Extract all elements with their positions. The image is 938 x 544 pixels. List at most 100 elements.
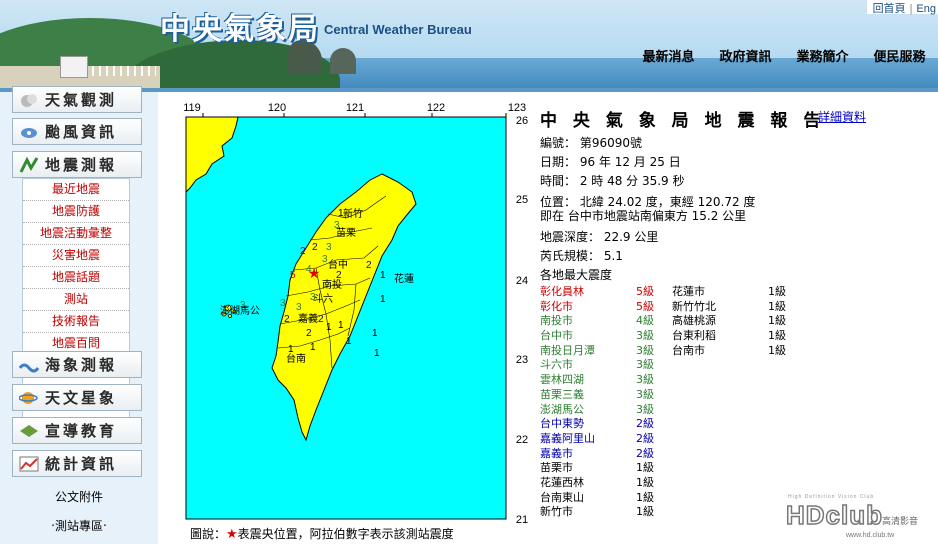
header-fence-graphic	[92, 66, 156, 76]
intensity-level: 3級	[636, 373, 654, 387]
station-name: 苗栗三義	[540, 387, 584, 401]
station-name: 高雄桃源	[672, 314, 716, 328]
sidebar-item-label: 海象測報	[45, 356, 118, 374]
svg-text:1: 1	[346, 336, 352, 347]
sidebar-item-ocean[interactable]: 海象測報	[12, 351, 142, 378]
intensity-row: 花蓮西林 1級	[540, 476, 654, 491]
svg-text:1: 1	[380, 270, 386, 281]
station-name: 新竹竹北	[672, 299, 716, 313]
nav-gov-info[interactable]: 政府資訊	[719, 46, 771, 65]
lon-label: 119	[183, 102, 201, 114]
svg-text:2: 2	[312, 242, 318, 253]
station-zone-link[interactable]: ‧測站專區‧	[0, 517, 158, 534]
intensity-row: 澎湖馬公 3級	[540, 403, 654, 418]
typhoon-icon	[19, 123, 39, 141]
lat-label: 21	[516, 514, 528, 526]
place-label: 澎湖馬公	[220, 305, 260, 317]
intensity-row: 花蓮市 1級	[672, 285, 786, 300]
station-name: 台中市	[540, 329, 573, 343]
lat-label: 24	[516, 275, 528, 287]
intensity-level: 1級	[768, 299, 786, 313]
lon-label: 120	[268, 102, 286, 114]
station-name: 嘉義市	[540, 446, 573, 460]
intensity-level: 4級	[636, 314, 654, 328]
education-icon	[19, 422, 39, 440]
report-location-relative: 即在 台中市地震站南偏東方 15.2 公里	[540, 209, 747, 223]
separator: |	[909, 3, 913, 15]
svg-text:3: 3	[280, 298, 286, 309]
submenu-quake-protection[interactable]: 地震防護	[23, 201, 129, 223]
lat-label: 22	[516, 434, 528, 446]
svg-text:2: 2	[318, 314, 324, 325]
nav-services[interactable]: 便民服務	[873, 46, 925, 65]
detail-link[interactable]: 詳細資料	[818, 108, 866, 125]
svg-text:5: 5	[290, 270, 296, 281]
place-label: 新竹	[343, 207, 363, 220]
svg-text:3: 3	[326, 242, 332, 253]
intensity-level: 3級	[636, 358, 654, 372]
station-name: 南投市	[540, 314, 573, 328]
ocean-icon	[19, 356, 39, 374]
sidebar-item-astronomy[interactable]: 天文星象	[12, 384, 142, 411]
submenu-tech-reports[interactable]: 技術報告	[23, 311, 129, 333]
intensity-row: 嘉義阿里山 2級	[540, 432, 654, 447]
sidebar-item-weather-observation[interactable]: 天氣觀測	[12, 86, 142, 113]
submenu-quake-activity[interactable]: 地震活動彙整	[23, 223, 129, 245]
station-name: 台南市	[672, 343, 705, 357]
intensity-row: 彰化員林 5級	[540, 285, 654, 300]
intensity-row: 苗栗市 1級	[540, 461, 654, 476]
header-rock-graphic	[330, 48, 356, 74]
sidebar-item-statistics[interactable]: 統計資訊	[12, 450, 142, 477]
submenu-recent-quakes[interactable]: 最近地震	[23, 179, 129, 201]
nav-news[interactable]: 最新消息	[642, 46, 694, 65]
intensity-level: 2級	[636, 417, 654, 431]
report-date: 日期： 96 年 12 月 25 日	[540, 155, 681, 169]
place-label: 台中	[328, 258, 348, 271]
svg-text:1: 1	[372, 328, 378, 339]
attachments-link[interactable]: 公文附件	[0, 488, 158, 505]
lat-label: 25	[516, 194, 528, 206]
svg-text:1: 1	[374, 348, 380, 359]
intensity-row: 嘉義市 2級	[540, 446, 654, 462]
site-logo-english: Central Weather Bureau	[324, 22, 472, 37]
top-links: 回首頁 | Eng	[866, 0, 938, 15]
sidebar-item-earthquake[interactable]: 地震測報	[12, 151, 142, 178]
intensity-level: 1級	[768, 285, 786, 298]
svg-text:2: 2	[366, 260, 372, 271]
watermark-cn: 高清影音	[882, 517, 919, 527]
submenu-stations[interactable]: 測站	[23, 289, 129, 311]
station-name: 花蓮市	[672, 285, 705, 298]
intensity-level: 2級	[636, 431, 654, 445]
svg-text:1: 1	[380, 294, 386, 305]
station-name: 台中東勢	[540, 417, 584, 431]
intensity-row: 南投市 4級	[540, 314, 654, 329]
astronomy-icon	[19, 389, 39, 407]
sidebar-item-education[interactable]: 宣導教育	[12, 417, 142, 444]
intensity-level: 3級	[636, 402, 654, 416]
intensity-row: 台中東勢 2級	[540, 417, 654, 432]
sidebar-item-label: 地震測報	[45, 156, 118, 174]
sidebar-item-label: 天文星象	[45, 389, 118, 407]
svg-text:2: 2	[300, 246, 306, 257]
intensity-list-left: 彰化員林 5級 彰化市 5級 南投市 4級 台中市 3級 南投日月潭 3級 斗六市 3級 雲林四湖 3級苗…	[540, 285, 654, 520]
english-link[interactable]: Eng	[916, 3, 936, 15]
intensity-row: 台南東山 1級	[540, 491, 654, 506]
submenu-disaster-quakes[interactable]: 災害地震	[23, 245, 129, 267]
intensity-row: 苗栗三義 3級	[540, 387, 654, 403]
site-logo[interactable]: 中央氣象局	[160, 4, 320, 48]
map-caption: 圖說：★表震央位置，阿拉伯數字表示該測站震度	[190, 525, 454, 542]
intensity-level: 5級	[636, 299, 654, 313]
report-magnitude: 芮氏規模： 5.1	[540, 249, 623, 263]
home-link[interactable]: 回首頁	[873, 3, 906, 15]
nav-about[interactable]: 業務簡介	[796, 46, 848, 65]
submenu-quake-topics[interactable]: 地震話題	[23, 267, 129, 289]
place-label: 苗栗	[336, 227, 356, 239]
station-name: 新竹市	[540, 505, 573, 519]
caption-prefix: 圖說：	[190, 527, 227, 541]
intensity-header: 各地最大震度	[540, 268, 613, 282]
svg-text:1: 1	[338, 320, 344, 331]
station-name: 彰化員林	[540, 285, 584, 298]
svg-text:2: 2	[284, 314, 290, 325]
statistics-icon	[19, 455, 39, 473]
sidebar-item-typhoon[interactable]: 颱風資訊	[12, 118, 142, 145]
